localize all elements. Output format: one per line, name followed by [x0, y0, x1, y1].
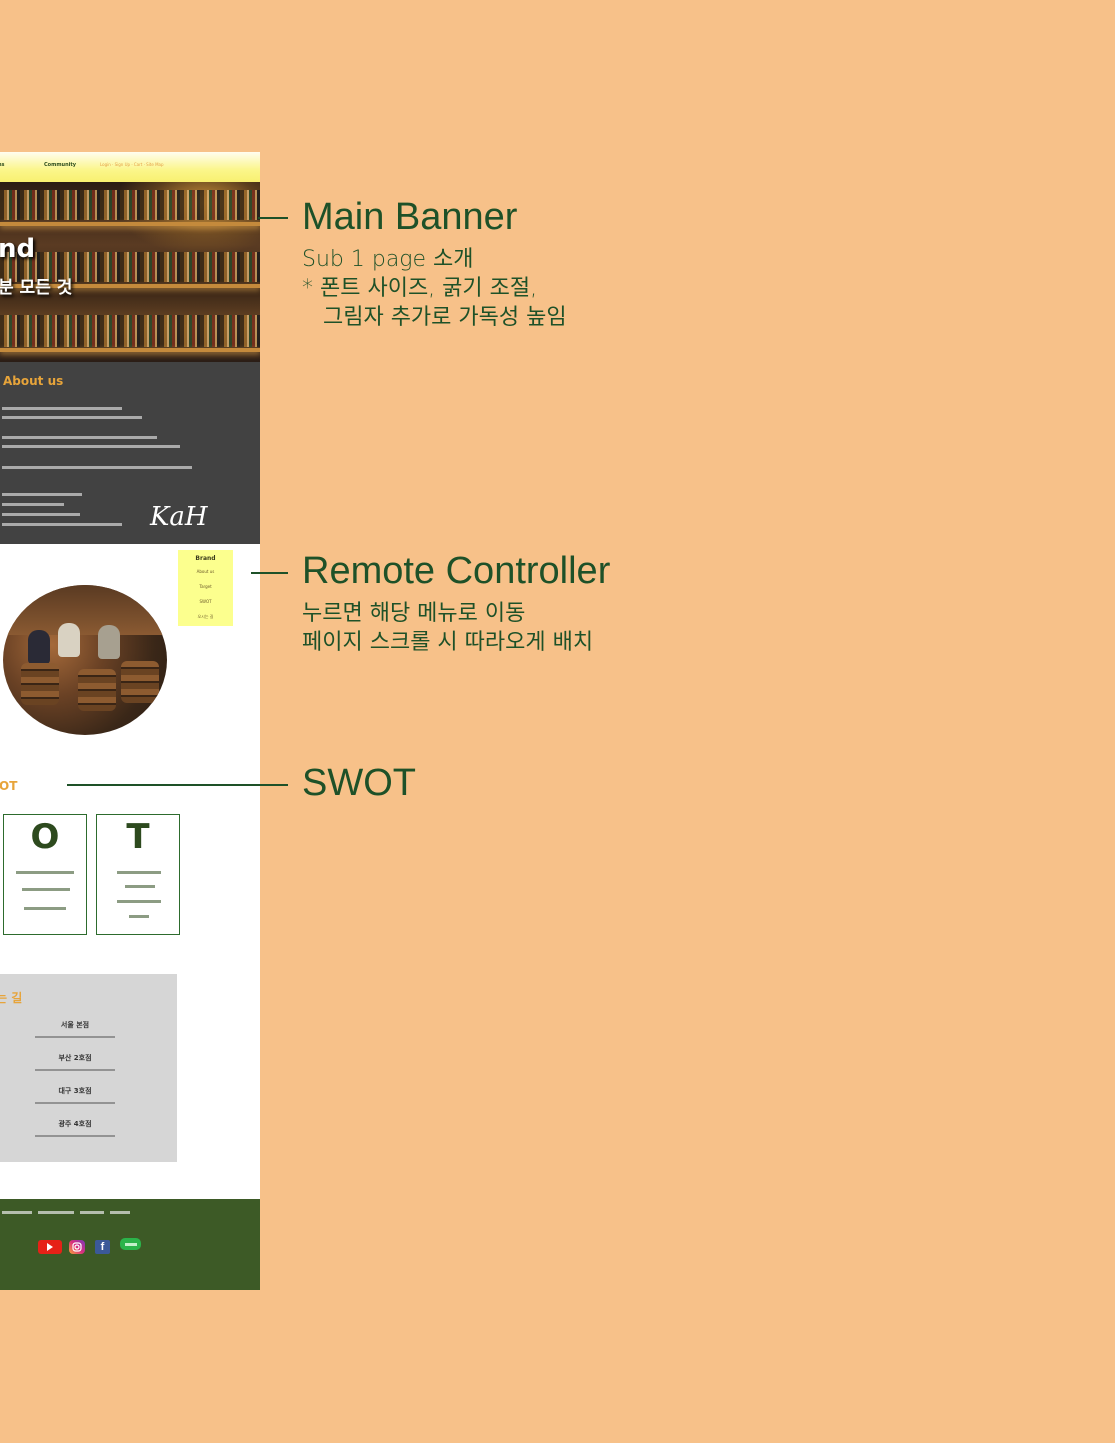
nav-item[interactable]: ns [0, 162, 5, 168]
remote-item-brand[interactable]: Brand [178, 555, 233, 562]
annotation-main-banner-line-3: 그림자 추가로 가독성 높임 [302, 305, 567, 330]
photo-barrel [21, 663, 59, 705]
annotation-swot-title: SWOT [302, 762, 416, 804]
connector-line-banner [258, 217, 288, 219]
photo-wall [3, 585, 167, 635]
connector-line-remote [251, 572, 288, 574]
swot-letter: T [126, 817, 150, 857]
text-line [2, 503, 64, 506]
text-line [117, 900, 161, 903]
text-line [2, 436, 157, 439]
text-line [129, 915, 149, 918]
text-line [2, 513, 80, 516]
annotation-remote-title: Remote Controller [302, 550, 611, 592]
text-line [2, 493, 82, 496]
remote-item-about[interactable]: About us [178, 569, 233, 574]
banner-subtitle: 분 모든 것 [0, 278, 73, 298]
text-line [22, 888, 70, 891]
annotation-remote-line-1: 누르면 해당 메뉴로 이동 [302, 601, 526, 626]
swot-letter: O [30, 817, 60, 857]
footer: f [0, 1199, 260, 1290]
remote-controller[interactable]: Brand About us Target SWOT 오시는 길 [178, 550, 233, 626]
location-section: 는 길 서울 본점 부산 2호점 대구 3호점 광주 4호점 [0, 974, 177, 1162]
line-icon[interactable] [120, 1238, 141, 1250]
photo-barrel [78, 669, 116, 711]
location-name: 대구 3호점 [58, 1087, 92, 1095]
annotation-main-banner-title: Main Banner [302, 196, 518, 238]
text-line [2, 466, 192, 469]
facebook-icon[interactable]: f [95, 1240, 110, 1254]
location-address [35, 1102, 115, 1104]
top-navigation: ns Community Login · Sign Up · Cart · Si… [0, 152, 260, 182]
location-heading: 는 길 [0, 991, 23, 1005]
location-name: 서울 본점 [60, 1021, 90, 1029]
instagram-icon[interactable] [69, 1240, 85, 1254]
footer-link[interactable] [110, 1211, 130, 1214]
about-section: About us KaH [0, 362, 260, 544]
photo-person [98, 625, 120, 659]
annotation-main-banner-line-2: * 폰트 사이즈, 굵기 조절, [302, 276, 538, 301]
youtube-icon[interactable] [38, 1240, 62, 1254]
text-line [2, 523, 122, 526]
location-name: 광주 4호점 [58, 1120, 92, 1128]
footer-link[interactable] [38, 1211, 74, 1214]
main-banner: nd 분 모든 것 [0, 182, 260, 362]
photo-person [58, 623, 80, 657]
text-line [16, 871, 74, 874]
brand-logo: KaH [150, 502, 208, 532]
annotation-main-banner-line-1: Sub 1 page 소개 [302, 247, 474, 272]
remote-item-swot[interactable]: SWOT [178, 599, 233, 604]
bottle-row [0, 190, 260, 220]
remote-item-location[interactable]: 오시는 길 [178, 614, 233, 620]
text-line [2, 445, 180, 448]
bar-photo [3, 585, 167, 735]
text-line [125, 885, 155, 888]
annotation-remote-line-2: 페이지 스크롤 시 따라오게 배치 [302, 630, 594, 655]
text-line [117, 871, 161, 874]
text-line [2, 407, 122, 410]
banner-title: nd [0, 234, 36, 264]
location-address [35, 1135, 115, 1137]
bottle-row [0, 315, 260, 347]
location-address [35, 1069, 115, 1071]
footer-link[interactable] [2, 1211, 32, 1214]
swot-card-t: T [96, 814, 180, 935]
photo-person [28, 630, 50, 664]
photo-barrel [121, 661, 159, 703]
about-heading: About us [3, 374, 64, 388]
website-mockup: ns Community Login · Sign Up · Cart · Si… [0, 152, 260, 1290]
shelf [0, 348, 260, 352]
shelf [0, 222, 260, 226]
nav-utility-links[interactable]: Login · Sign Up · Cart · Site Map [100, 162, 164, 167]
swot-heading: OT [0, 779, 18, 793]
location-name: 부산 2호점 [58, 1054, 92, 1062]
text-line [2, 416, 142, 419]
location-address [35, 1036, 115, 1038]
connector-line-swot [67, 784, 288, 786]
footer-link[interactable] [80, 1211, 104, 1214]
remote-item-target[interactable]: Target [178, 584, 233, 589]
swot-card-o: O [3, 814, 87, 935]
nav-item-community[interactable]: Community [44, 162, 76, 168]
text-line [24, 907, 66, 910]
